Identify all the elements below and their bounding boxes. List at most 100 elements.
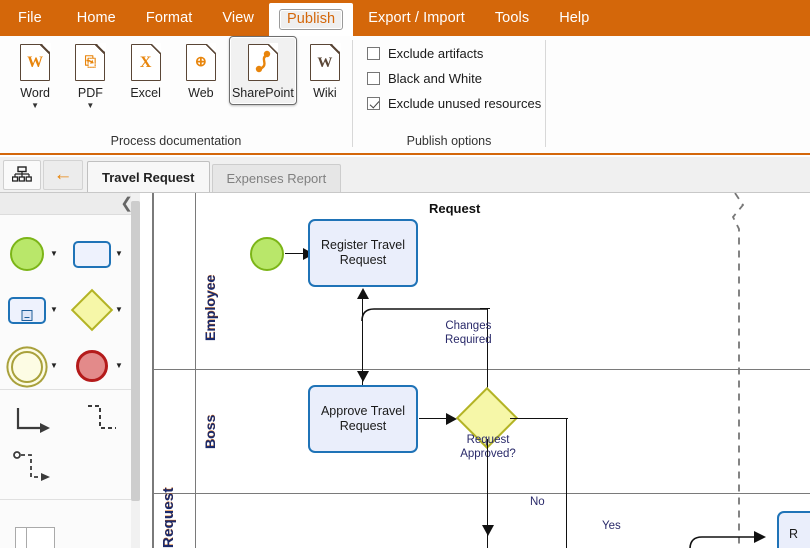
menu-item-publish[interactable]: Publish [268,3,354,36]
changes-required-horizontal [480,308,490,310]
menu-item-format-label: Format [145,10,193,26]
palette-header: ❮ [0,193,139,215]
flow-approve-to-gateway [419,418,449,420]
arrowhead-approve-to-gateway [446,413,457,425]
palette-pool-shape[interactable] [0,512,70,548]
menu-item-home-label: Home [76,10,116,26]
gateway-dropdown-caret-icon[interactable]: ▼ [115,306,123,314]
web-export-button[interactable]: ⊕ Web [174,36,228,101]
wiki-glyph: W [317,55,333,71]
rounded-rectangle-collapsed-icon [7,290,47,330]
dashed-elbow-line-icon [80,402,124,442]
flow-label-yes: Yes [602,520,621,532]
web-document-icon: ⊕ [185,43,217,81]
exclude-artifacts-option[interactable]: Exclude artifacts [367,46,541,61]
start-event-dropdown-caret-icon[interactable]: ▼ [50,250,58,258]
task-right-partial-label: R [789,527,799,541]
excel-glyph: X [139,54,152,71]
menu-item-format[interactable]: Format [131,0,208,36]
arrowhead-into-register [357,288,369,299]
double-circle-icon [7,346,47,386]
menu-item-view[interactable]: View [207,0,269,36]
palette-scrollbar[interactable] [131,193,140,548]
menu-item-export-import[interactable]: Export / Import [353,0,480,36]
ribbon-toolbar: W Word ▼ ⎘ PDF ▼ X Excel ⊕ Web SharePoin… [0,36,810,155]
end-event-dropdown-caret-icon[interactable]: ▼ [115,362,123,370]
palette-gateway-shape[interactable]: ▼ [65,282,130,338]
lane-title-boss: Boss [202,414,218,449]
word-export-button[interactable]: W Word ▼ [8,36,62,111]
task-register-travel-request-label: Register Travel Request [320,238,406,267]
palette-message-flow-connector[interactable] [0,446,68,494]
menu-item-file[interactable]: File [0,0,62,36]
menu-item-home[interactable]: Home [62,0,131,36]
model-tree-icon[interactable] [3,160,41,190]
task-approve-travel-request-label: Approve Travel Request [320,404,406,433]
pdf-export-label: PDF [77,86,103,100]
tab-expenses-report-label: Expenses Report [226,171,327,186]
yellow-diamond-icon [70,288,114,332]
exclude-unused-resources-option[interactable]: Exclude unused resources [367,96,541,111]
pdf-document-icon: ⎘ [75,43,106,81]
pdf-export-button[interactable]: ⎘ PDF ▼ [63,36,117,111]
word-dropdown-caret-icon[interactable]: ▼ [31,102,39,110]
publish-options-list: Exclude artifacts Black and White Exclud… [353,36,541,111]
task-register-travel-request[interactable]: Register Travel Request [308,219,418,287]
application-window: File Home Format View Publish Export / I… [0,0,810,548]
pdf-glyph: ⎘ [84,55,96,70]
main-menu-bar: File Home Format View Publish Export / I… [0,0,810,36]
diagram-canvas[interactable]: Travel Request Employee Boss Request Reg… [140,193,810,548]
task-dropdown-caret-icon[interactable]: ▼ [115,250,123,258]
tab-travel-request[interactable]: Travel Request [87,161,210,192]
flow-gateway-right [510,418,568,420]
palette-intermediate-event-shape[interactable]: ▼ [0,338,65,394]
palette-task-shape[interactable]: ▼ [65,226,130,282]
palette-scrollbar-thumb[interactable] [131,201,140,501]
ribbon-group-process-documentation: W Word ▼ ⎘ PDF ▼ X Excel ⊕ Web SharePoin… [0,36,352,153]
menu-item-help-label: Help [559,10,590,26]
palette-shapes-section: ▼ ▼ ▼ ▼ ▼ ▼ [0,215,139,390]
flow-label-changes-required-line2: Required [445,334,492,346]
start-event-node[interactable] [250,237,284,271]
lane-separator-2 [152,493,810,495]
lane-title-employee: Employee [202,274,218,341]
task-right-partial[interactable]: R [777,511,810,548]
black-and-white-option[interactable]: Black and White [367,71,541,86]
wiki-document-icon: W [309,43,341,81]
tab-expenses-report[interactable]: Expenses Report [211,164,342,192]
back-arrow-icon[interactable]: ← [43,160,83,190]
menu-item-tools-label: Tools [494,10,530,26]
task-approve-travel-request[interactable]: Approve Travel Request [308,385,418,453]
pool-rectangle-icon [13,520,57,548]
flow-label-changes-required: Changes Required [445,319,492,347]
palette-end-event-shape[interactable]: ▼ [65,338,130,394]
palette-containers-section [0,500,139,548]
word-document-icon: W [20,43,51,81]
solid-elbow-arrow-icon [12,402,56,442]
palette-start-event-shape[interactable]: ▼ [0,226,65,282]
palette-association-connector[interactable] [68,398,136,446]
wiki-export-button[interactable]: W Wiki [298,36,352,101]
excel-export-button[interactable]: X Excel [119,36,173,101]
exclude-unused-resources-checkbox[interactable] [367,97,380,110]
lane-separator-1 [152,369,810,371]
palette-sequence-flow-connector[interactable] [0,398,68,446]
excel-export-label: Excel [130,86,161,100]
word-glyph: W [27,54,44,71]
sharepoint-export-button[interactable]: SharePoint [229,36,297,105]
web-glyph: ⊕ [195,55,207,70]
pool-title-separator [195,193,197,548]
intermediate-event-dropdown-caret-icon[interactable]: ▼ [50,362,58,370]
exclude-artifacts-checkbox[interactable] [367,47,380,60]
palette-subprocess-shape[interactable]: ▼ [0,282,65,338]
menu-item-file-label: File [18,10,42,26]
process-documentation-group-title: Process documentation [110,134,242,148]
tab-travel-request-label: Travel Request [102,169,195,185]
subprocess-dropdown-caret-icon[interactable]: ▼ [50,306,58,314]
pdf-dropdown-caret-icon[interactable]: ▼ [86,102,94,110]
black-and-white-checkbox[interactable] [367,72,380,85]
dashed-arrow-with-circle-icon [11,449,57,491]
wiki-export-label: Wiki [313,86,337,100]
menu-item-tools[interactable]: Tools [480,0,544,36]
menu-item-help[interactable]: Help [544,0,604,36]
